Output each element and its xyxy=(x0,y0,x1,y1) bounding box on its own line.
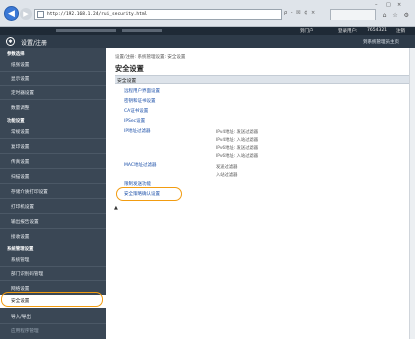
app-title: 设置/注册 xyxy=(21,40,48,47)
breadcrumb: 设置/注册: 系统管理设置: 安全设置 xyxy=(115,55,186,60)
toolbar-icons[interactable]: ⌂ ☆ ⚙ xyxy=(383,12,411,19)
sidebar-item-printer[interactable]: 打印机设置 xyxy=(0,204,106,210)
sidebar-heading-preferences: 参数选择 xyxy=(7,52,25,57)
sidebar-item-app-mgmt[interactable]: 应用程序管理 xyxy=(0,328,106,334)
minimize-icon[interactable]: – xyxy=(375,2,378,8)
logout-link[interactable]: 注销 xyxy=(396,28,405,34)
sidebar-item-report[interactable]: 输出报告设置 xyxy=(0,219,106,225)
sidebar-heading-function: 功能设置 xyxy=(7,119,25,124)
sidebar-item-import-export[interactable]: 导入/导出 xyxy=(0,314,106,320)
product-name-blurred xyxy=(56,29,116,32)
sidebar-heading-system: 系统管理设置 xyxy=(7,247,34,252)
login-user-label: 登录用户: xyxy=(338,29,358,34)
sidebar-item-common[interactable]: 常规设置 xyxy=(0,129,106,135)
portal-link[interactable]: 到门户 xyxy=(300,28,314,34)
title-bar: ✱ 设置/注册 到系统管理员主页 xyxy=(0,35,415,48)
page-title: 安全设置 xyxy=(115,64,144,73)
ip-filter-value: IPv4地址: 入站过滤器 xyxy=(216,138,259,143)
admin-home-link[interactable]: 到系统管理员主页 xyxy=(363,39,399,45)
ip-filter-value: IPv6地址: 入站过滤器 xyxy=(216,154,259,159)
link-remote-ui[interactable]: 远程用户界面设置 xyxy=(124,88,160,94)
scrollbar[interactable] xyxy=(409,48,415,339)
sidebar-item-dept-id[interactable]: 部门识别码管理 xyxy=(0,271,106,277)
sidebar-item-fax[interactable]: 传真设置 xyxy=(0,159,106,165)
link-ca-cert[interactable]: CA证书设置 xyxy=(124,108,148,114)
forward-arrow-icon[interactable]: ▶ xyxy=(20,8,32,20)
settings-gear-icon: ✱ xyxy=(6,37,15,46)
close-icon[interactable]: × xyxy=(397,2,401,8)
sidebar-item-timer[interactable]: 定时器设置 xyxy=(0,90,106,96)
mac-filter-value: 发送过滤器 xyxy=(216,165,238,170)
page-icon xyxy=(37,11,44,18)
sidebar-item-paper[interactable]: 纸张设置 xyxy=(0,62,106,68)
sidebar-item-adjust[interactable]: 数量调整 xyxy=(0,105,106,111)
url-text: http://192.168.1.24/rui_security.html xyxy=(47,12,148,17)
sidebar-item-display[interactable]: 显示设置 xyxy=(0,76,106,82)
link-key-cert[interactable]: 密钥和证书设置 xyxy=(124,98,156,104)
ip-filter-value: IPv6地址: 发送过滤器 xyxy=(216,146,259,151)
sidebar-item-scan[interactable]: 扫描设置 xyxy=(0,174,106,180)
section-title: 安全设置 xyxy=(117,79,137,84)
top-header-bar: 到门户 登录用户: 7654321 注销 xyxy=(0,27,415,35)
browser-tab[interactable] xyxy=(330,9,376,20)
ip-filter-value: IPv4地址: 发送过滤器 xyxy=(216,130,259,135)
sidebar-item-copy[interactable]: 复印设置 xyxy=(0,144,106,150)
back-arrow-icon[interactable]: ◀ xyxy=(4,6,19,21)
section-header: 安全设置 xyxy=(115,75,411,84)
highlight-security-menu xyxy=(1,292,103,307)
maximize-icon[interactable]: □ xyxy=(386,2,391,8)
link-ip-filter[interactable]: IP地址过滤器 xyxy=(124,128,151,134)
scroll-top-icon[interactable]: ▲ xyxy=(114,205,118,211)
mac-filter-value: 入站过滤器 xyxy=(216,173,238,178)
browser-toolbar: ◀ ▶ http://192.168.1.24/rui_security.htm… xyxy=(0,0,415,27)
link-mac-filter[interactable]: MAC地址过滤器 xyxy=(124,162,157,168)
sidebar-item-system-mgmt[interactable]: 系统管理 xyxy=(0,257,106,263)
sidebar-item-receive[interactable]: 接收设置 xyxy=(0,234,106,240)
address-bar[interactable]: http://192.168.1.24/rui_security.html xyxy=(34,9,282,20)
sidebar-item-media-print[interactable]: 存储介质打印设置 xyxy=(0,189,106,195)
highlight-security-policy xyxy=(116,187,182,201)
link-ipsec[interactable]: IPSec设置 xyxy=(124,118,145,124)
device-name-blurred xyxy=(122,29,162,32)
login-user-id: 7654321 xyxy=(367,28,388,33)
address-tools[interactable]: ρ - ☒ ¢ × xyxy=(284,10,316,16)
